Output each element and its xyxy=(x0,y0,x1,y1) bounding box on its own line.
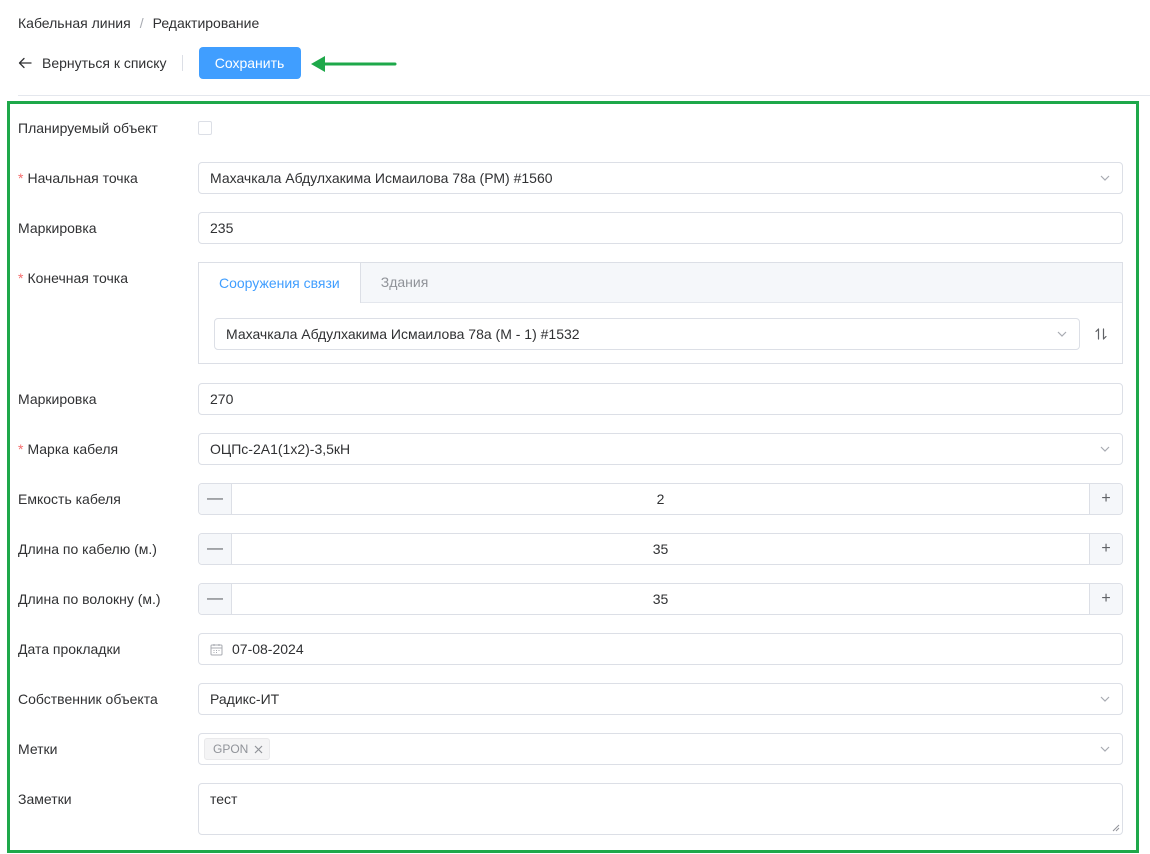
marking-1-input[interactable]: 235 xyxy=(198,212,1123,244)
arrow-left-icon xyxy=(18,57,32,69)
resize-handle-icon[interactable] xyxy=(1112,824,1120,832)
fiber-length-decrement-button[interactable]: — xyxy=(199,584,232,614)
tags-label: Метки xyxy=(18,741,58,757)
owner-select[interactable]: Радикс-ИТ xyxy=(198,683,1123,715)
start-point-label: * Начальная точка xyxy=(18,170,138,186)
end-point-label: * Конечная точка xyxy=(18,270,128,286)
save-button[interactable]: Сохранить xyxy=(198,47,301,79)
end-point-label-text: Конечная точка xyxy=(27,270,128,286)
start-point-select[interactable]: Махачкала Абдулхакима Исмаилова 78а (РМ)… xyxy=(198,162,1123,194)
planned-label: Планируемый объект xyxy=(18,120,158,136)
capacity-stepper: — 2 + xyxy=(198,483,1123,515)
annotation-arrow-icon xyxy=(311,56,397,72)
cable-brand-label: * Марка кабеля xyxy=(18,441,118,457)
start-point-value: Махачкала Абдулхакима Исмаилова 78а (РМ)… xyxy=(210,170,553,186)
planned-checkbox[interactable] xyxy=(198,121,212,135)
cable-brand-label-text: Марка кабеля xyxy=(27,441,119,457)
chevron-down-icon xyxy=(1100,175,1110,181)
fiber-length-input[interactable]: 35 xyxy=(232,584,1089,614)
breadcrumb: Кабельная линия / Редактирование xyxy=(18,15,259,31)
chevron-down-icon xyxy=(1057,331,1067,337)
laying-date-value: 07-08-2024 xyxy=(232,641,304,657)
required-mark: * xyxy=(18,270,24,286)
close-icon[interactable] xyxy=(254,745,263,754)
notes-value: тест xyxy=(210,791,238,807)
laying-date-label: Дата прокладки xyxy=(18,641,121,657)
back-to-list-link[interactable]: Вернуться к списку xyxy=(18,55,167,71)
required-mark: * xyxy=(18,170,24,186)
capacity-increment-button[interactable]: + xyxy=(1089,484,1122,514)
fiber-length-increment-button[interactable]: + xyxy=(1089,584,1122,614)
capacity-input[interactable]: 2 xyxy=(232,484,1089,514)
end-point-tabs: Сооружения связи Здания Махачкала Абдулх… xyxy=(198,262,1123,364)
marking-2-value: 270 xyxy=(210,391,234,407)
end-point-value: Махачкала Абдулхакима Исмаилова 78а (М -… xyxy=(226,326,580,342)
tabs-header: Сооружения связи Здания xyxy=(199,263,1122,303)
cable-brand-value: ОЦПс-2А1(1х2)-3,5кН xyxy=(210,441,351,457)
marking-1-value: 235 xyxy=(210,220,234,236)
notes-label: Заметки xyxy=(18,791,72,807)
cable-length-label: Длина по кабелю (м.) xyxy=(18,541,157,557)
laying-date-picker[interactable]: 07-08-2024 xyxy=(198,633,1123,665)
calendar-icon xyxy=(210,643,223,655)
tab-buildings[interactable]: Здания xyxy=(361,263,449,302)
cable-length-increment-button[interactable]: + xyxy=(1089,534,1122,564)
cable-length-stepper: — 35 + xyxy=(198,533,1123,565)
capacity-decrement-button[interactable]: — xyxy=(199,484,232,514)
notes-textarea[interactable]: тест xyxy=(198,783,1123,835)
tab-communication-structures[interactable]: Сооружения связи xyxy=(199,263,361,303)
toolbar-divider xyxy=(181,55,183,71)
marking-1-label: Маркировка xyxy=(18,220,97,236)
chevron-down-icon xyxy=(1100,696,1110,702)
tag-label: GPON xyxy=(213,742,249,756)
tags-select[interactable]: GPON xyxy=(198,733,1123,765)
header-divider xyxy=(18,95,1150,96)
tag-chip: GPON xyxy=(204,738,271,760)
fiber-length-label: Длина по волокну (м.) xyxy=(18,591,161,607)
chevron-down-icon xyxy=(1100,446,1110,452)
start-point-label-text: Начальная точка xyxy=(27,170,138,186)
chevron-down-icon xyxy=(1100,746,1110,752)
end-point-select[interactable]: Махачкала Абдулхакима Исмаилова 78а (М -… xyxy=(214,318,1080,350)
owner-label: Собственник объекта xyxy=(18,691,158,707)
swap-icon[interactable] xyxy=(1094,327,1108,341)
toolbar: Вернуться к списку Сохранить xyxy=(18,47,301,79)
marking-2-label: Маркировка xyxy=(18,391,97,407)
form-row-notes: Заметки тест xyxy=(18,783,1123,835)
capacity-label: Емкость кабеля xyxy=(18,491,121,507)
breadcrumb-current: Редактирование xyxy=(152,15,260,31)
cable-brand-select[interactable]: ОЦПс-2А1(1х2)-3,5кН xyxy=(198,433,1123,465)
cable-length-decrement-button[interactable]: — xyxy=(199,534,232,564)
cable-length-input[interactable]: 35 xyxy=(232,534,1089,564)
required-mark: * xyxy=(18,441,24,457)
breadcrumb-parent[interactable]: Кабельная линия xyxy=(18,15,131,31)
breadcrumb-separator: / xyxy=(139,15,144,31)
marking-2-input[interactable]: 270 xyxy=(198,383,1123,415)
fiber-length-stepper: — 35 + xyxy=(198,583,1123,615)
back-label: Вернуться к списку xyxy=(42,55,167,71)
owner-value: Радикс-ИТ xyxy=(210,691,280,707)
